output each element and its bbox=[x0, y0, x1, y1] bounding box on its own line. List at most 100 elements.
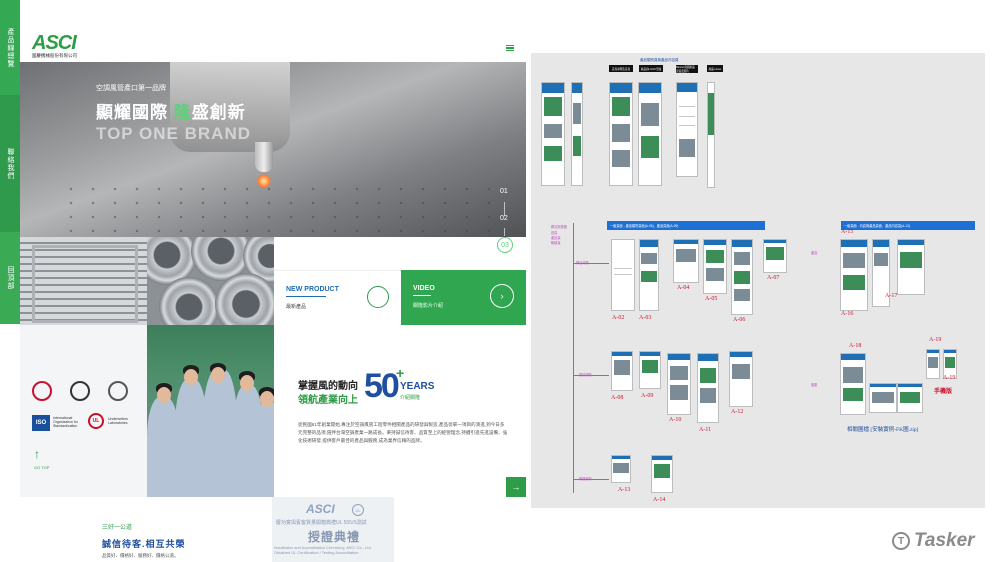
sitemap-connector bbox=[573, 375, 609, 376]
new-product-icon bbox=[367, 286, 389, 308]
award-ceremony-card[interactable]: ASCI UL 慶功宴與賓客質量開箱典禮UL 555/S測試 授證典禮 Inst… bbox=[272, 497, 394, 562]
label-a09: A-09 bbox=[641, 393, 654, 399]
mobile-version-label: 手機版 bbox=[934, 389, 953, 395]
legend-item-contact: 聯絡頁 bbox=[551, 241, 561, 245]
video-title: VIDEO bbox=[413, 285, 435, 296]
side-tab-contact[interactable]: 聯絡我們 bbox=[0, 95, 20, 232]
about-intro-link[interactable]: 介紹關隆 bbox=[400, 394, 420, 401]
label-a12: A-12 bbox=[731, 409, 744, 415]
sitemap-thumb-banner[interactable] bbox=[638, 82, 662, 186]
sitemap-thumb-products[interactable] bbox=[609, 82, 633, 186]
award-caption: 慶功宴與賓客質量開箱典禮UL 555/S測試 bbox=[276, 520, 367, 526]
hero-title: 顯耀國際 隆盛創新 bbox=[96, 103, 246, 122]
sitemap-thumb-a18c[interactable] bbox=[897, 383, 923, 413]
cert-badge-icon bbox=[32, 381, 52, 401]
sitemap-thumb-a17[interactable] bbox=[897, 239, 925, 295]
award-ul-logo: UL bbox=[352, 504, 364, 516]
sitemap-thumb-a11[interactable] bbox=[697, 353, 719, 423]
video-subtitle: 關隆影片介紹 bbox=[413, 303, 444, 309]
label-a03: A-03 bbox=[639, 315, 652, 321]
label-a17: A-17 bbox=[885, 293, 898, 299]
sitemap-thumb-a13[interactable] bbox=[611, 455, 631, 483]
arrow-up-icon[interactable]: ↑ bbox=[34, 447, 40, 461]
about-paragraph: 從民國61年創業開始,專注於空調風管工程零件相關產品的研發與製造,產品從單一項目… bbox=[298, 422, 508, 443]
iso-logo: ISO bbox=[32, 415, 50, 431]
sitemap-thumb-a04[interactable] bbox=[673, 239, 699, 283]
slide-indicator-1[interactable]: 01 bbox=[500, 188, 508, 195]
slide-divider bbox=[504, 202, 505, 216]
sitemap-thumb-home-mobile[interactable] bbox=[571, 82, 583, 186]
side-tab-top[interactable]: 回頂部 bbox=[0, 232, 20, 324]
black-label-4: 產品 Hover bbox=[707, 65, 723, 72]
slide-indicator-3-active[interactable]: 03 bbox=[497, 237, 513, 253]
sitemap-thumb-a09[interactable] bbox=[639, 351, 661, 389]
label-a05: A-05 bbox=[705, 296, 718, 302]
legend-item-products: 產品頁 bbox=[551, 236, 561, 240]
menu-icon[interactable] bbox=[506, 45, 514, 51]
arrow-right-icon[interactable]: → bbox=[506, 477, 526, 497]
years-number: 50 bbox=[364, 367, 400, 405]
hero-banner: 空調風管產口第一品牌 顯耀國際 隆盛創新 TOP ONE BRAND 01 02 bbox=[20, 62, 526, 237]
label-a16: A-16 bbox=[841, 311, 854, 317]
sitemap-thumb-a12[interactable] bbox=[729, 351, 753, 407]
sitemap-thumb-a10[interactable] bbox=[667, 353, 691, 415]
label-a06: A-06 bbox=[733, 317, 746, 323]
award-logo: ASCI bbox=[306, 502, 335, 516]
sitemap-board: 產品類別頁與產品內容頁 首頁導覽及首頁 產品頁LOGO型錄 Banner頁面產品… bbox=[531, 53, 985, 508]
chevron-right-icon[interactable]: › bbox=[490, 284, 514, 308]
sitemap-thumb-a18[interactable] bbox=[840, 353, 866, 415]
sitemap-thumb-a08[interactable] bbox=[611, 351, 633, 391]
slide-indicator-2[interactable]: 02 bbox=[500, 215, 508, 222]
years-label: YEARS bbox=[400, 381, 435, 392]
section2-tag: 三好一公道 bbox=[102, 525, 133, 531]
sitemap-thumb-home[interactable] bbox=[541, 82, 565, 186]
new-product-tile[interactable]: NEW PRODUCT 最新產品 bbox=[274, 270, 401, 325]
sitemap-thumb-a18b[interactable] bbox=[869, 383, 897, 413]
label-a04: A-04 bbox=[677, 285, 690, 291]
go-top-link[interactable]: GO TOP bbox=[34, 465, 49, 470]
label-a10: A-10 bbox=[669, 417, 682, 423]
sitemap-thumb-a03[interactable] bbox=[639, 239, 659, 311]
cert-gear-icon bbox=[70, 381, 90, 401]
sitemap-thumb-product-detail[interactable] bbox=[676, 82, 698, 177]
sitemap-thumb-a06[interactable] bbox=[731, 239, 753, 315]
slide-divider bbox=[504, 228, 505, 236]
section-bar-b: 一級頁面 - 內頁與產品頁面、產品內容頁(A-13) bbox=[841, 221, 975, 230]
new-product-subtitle: 最新產品 bbox=[286, 304, 307, 310]
sitemap-thumb-a02[interactable] bbox=[611, 239, 635, 311]
black-label-3: Banner頁面產品 安裝及照片 bbox=[676, 65, 698, 73]
iso-name: International Organization for Standardi… bbox=[53, 416, 78, 428]
about-headline-2: 領航產業向上 bbox=[298, 395, 358, 406]
legend-item-home: 首頁 bbox=[551, 231, 558, 235]
side-tab-products[interactable]: 產品線總覽 bbox=[0, 0, 20, 95]
sitemap-thumb-a19[interactable] bbox=[926, 349, 940, 379]
sitemap-thumb-a07[interactable] bbox=[763, 239, 787, 273]
site-logo[interactable]: ASCI bbox=[32, 32, 77, 55]
ventilation-louver-photo bbox=[20, 237, 147, 325]
zip-file-link[interactable]: 相關圖檔 [安裝實例-FK圖.zip] bbox=[847, 425, 919, 433]
label-a08: A-08 bbox=[611, 395, 624, 401]
hero-english-title: TOP ONE BRAND bbox=[96, 124, 252, 143]
sitemap-thumb-a14[interactable] bbox=[651, 455, 673, 493]
pink-note-products: 產品 bbox=[811, 251, 818, 255]
legend-title: 網站架構圖 bbox=[551, 225, 567, 229]
label-a15: A-15 bbox=[841, 229, 854, 235]
label-a19: A-19 bbox=[929, 337, 942, 343]
sitemap-thumb-a15[interactable] bbox=[840, 239, 868, 311]
certification-panel: ISO International Organization for Stand… bbox=[20, 325, 147, 497]
site-logo-subtitle: 國慶機械股份有限公司 bbox=[32, 53, 77, 58]
video-tile[interactable]: VIDEO 關隆影片介紹 › bbox=[401, 270, 526, 325]
black-label-1: 首頁導覽及首頁 bbox=[609, 65, 633, 72]
sitemap-thumb-hover[interactable] bbox=[707, 82, 715, 188]
tasker-watermark: T Tasker bbox=[892, 530, 975, 552]
sitemap-thumb-a05[interactable] bbox=[703, 239, 727, 294]
label-a02: A-02 bbox=[612, 315, 625, 321]
pink-note-service: 客服 bbox=[811, 383, 818, 387]
laser-nozzle-image bbox=[255, 142, 273, 172]
section-bar-a: 一級頁面 - 產品類別頁面(A-06)、產品頁面(A-09) bbox=[607, 221, 765, 230]
about-headline-1: 掌握風的動向 bbox=[298, 381, 358, 392]
award-english-caption: Installation and Accreditation Ceremony,… bbox=[274, 545, 372, 555]
black-label-2: 產品頁LOGO型錄 bbox=[639, 65, 663, 72]
label-a18: A-18 bbox=[849, 343, 862, 349]
tasker-logo-icon: T bbox=[892, 532, 910, 550]
